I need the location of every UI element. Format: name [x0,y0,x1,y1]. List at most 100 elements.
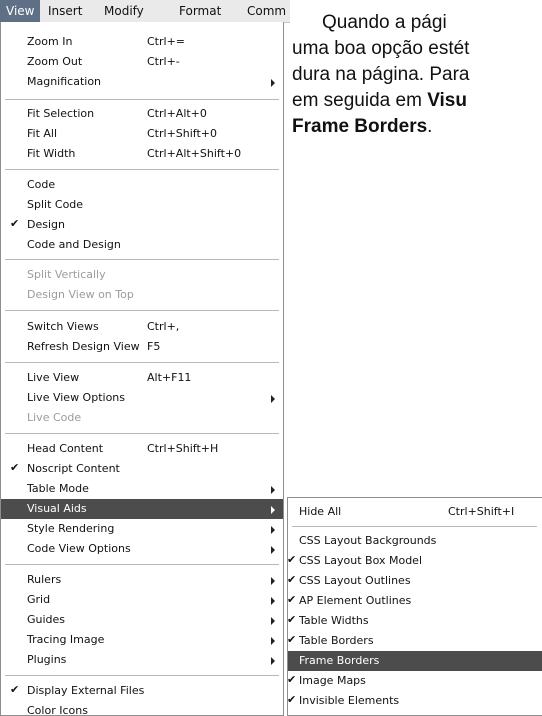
menu-item-split-code[interactable]: Split Code [1,195,283,215]
view-dropdown-menu: Zoom In Ctrl+= Zoom Out Ctrl+- Magnificati… [0,22,284,716]
submenu-item-shortcut: Ctrl+Shift+I [448,505,515,518]
menu-item-zoom-in[interactable]: Zoom In Ctrl+= [1,32,283,52]
menu-item-label: Live Code [27,411,82,424]
menu-item-guides[interactable]: Guides [1,610,283,630]
menu-item-head-content[interactable]: Head Content Ctrl+Shift+H [1,439,283,459]
menu-item-style-rendering[interactable]: Style Rendering [1,519,283,539]
menu-item-table-mode[interactable]: Table Mode [1,479,283,499]
menu-item-code[interactable]: Code [1,175,283,195]
menu-item-live-view-options[interactable]: Live View Options [1,388,283,408]
submenu-arrow-icon [271,79,275,87]
menu-item-shortcut: Alt+F11 [147,371,192,384]
menu-item-code-and-design[interactable]: Code and Design [1,235,283,255]
menu-item-rulers[interactable]: Rulers [1,570,283,590]
menu-item-label: Split Code [27,198,84,211]
menu-item-visual-aids[interactable]: Visual Aids [1,499,283,519]
menu-item-label: Code and Design [27,238,121,251]
menu-item-label: Rulers [27,573,62,586]
submenu-item-ap-element-outlines[interactable]: ✔ AP Element Outlines [288,591,542,611]
submenu-item-label: AP Element Outlines [299,594,412,607]
menu-item-live-view[interactable]: Live View Alt+F11 [1,368,283,388]
menu-item-label: Style Rendering [27,522,115,535]
menu-item-label: Grid [27,593,51,606]
checkmark-icon: ✔ [10,683,20,696]
submenu-arrow-icon [271,597,275,605]
menu-item-label: Design View on Top [27,288,134,301]
checkmark-icon: ✔ [10,461,20,474]
menu-item-label: Guides [27,613,66,626]
menu-item-tracing-image[interactable]: Tracing Image [1,630,283,650]
checkmark-icon: ✔ [287,593,297,606]
menu-item-fit-all[interactable]: Fit All Ctrl+Shift+0 [1,124,283,144]
submenu-arrow-icon [271,577,275,585]
paragraph-line-5: Frame Borders. [292,116,432,138]
submenu-item-hide-all[interactable]: Hide All Ctrl+Shift+I [288,502,542,522]
checkmark-icon: ✔ [287,613,297,626]
submenu-arrow-icon [271,506,275,514]
menu-item-magnification[interactable]: Magnification [1,72,283,92]
paragraph-line-5-bold: Frame Borders [292,116,428,137]
menu-item-code-view-options[interactable]: Code View Options [1,539,283,559]
menu-item-label: Zoom In [27,35,73,48]
checkmark-icon: ✔ [287,673,297,686]
menu-format[interactable]: Format [179,0,221,22]
menu-item-label: Fit All [27,127,58,140]
menu-item-switch-views[interactable]: Switch Views Ctrl+, [1,317,283,337]
menu-commands[interactable]: Comm [247,0,286,22]
paragraph-line-5-end: . [427,116,433,137]
submenu-item-table-widths[interactable]: ✔ Table Widths [288,611,542,631]
checkmark-icon: ✔ [287,573,297,586]
menu-item-shortcut: Ctrl+= [147,35,186,48]
menu-item-shortcut: Ctrl+Shift+0 [147,127,218,140]
menu-item-shortcut: Ctrl+- [147,55,180,68]
menu-item-refresh-design-view[interactable]: Refresh Design View F5 [1,337,283,357]
menu-item-label: Visual Aids [27,502,87,515]
menu-item-zoom-out[interactable]: Zoom Out Ctrl+- [1,52,283,72]
menu-item-label: Live View Options [27,391,126,404]
menu-item-design[interactable]: ✔ Design [1,215,283,235]
menu-separator [5,259,279,260]
menu-bar: View Insert Modify Format Comm [0,0,290,23]
submenu-item-css-layout-backgrounds[interactable]: CSS Layout Backgrounds [288,531,542,551]
paragraph-line-2: uma boa opção estét [292,38,470,59]
checkmark-icon: ✔ [10,217,20,230]
menu-item-label: Zoom Out [27,55,83,68]
submenu-arrow-icon [271,617,275,625]
submenu-arrow-icon [271,637,275,645]
menu-item-color-icons[interactable]: Color Icons [1,701,283,716]
menu-item-label: Table Mode [27,482,89,495]
submenu-arrow-icon [271,486,275,494]
menu-item-fit-width[interactable]: Fit Width Ctrl+Alt+Shift+0 [1,144,283,164]
menu-item-design-view-on-top: Design View on Top [1,285,283,305]
submenu-item-css-layout-box-model[interactable]: ✔ CSS Layout Box Model [288,551,542,571]
menu-item-noscript-content[interactable]: ✔ Noscript Content [1,459,283,479]
menu-insert[interactable]: Insert [48,0,82,22]
submenu-item-image-maps[interactable]: ✔ Image Maps [288,671,542,691]
menu-item-label: Code View Options [27,542,131,555]
paragraph-line-4-bold: Visu [427,90,467,111]
paragraph-line-3: dura na página. Para [292,64,470,85]
menu-modify[interactable]: Modify [104,0,144,22]
menu-item-label: Magnification [27,75,102,88]
submenu-item-invisible-elements[interactable]: ✔ Invisible Elements [288,691,542,711]
submenu-item-label: Hide All [299,505,342,518]
menu-item-plugins[interactable]: Plugins [1,650,283,670]
menu-item-label: Refresh Design View [27,340,140,353]
menu-item-shortcut: Ctrl+Shift+H [147,442,219,455]
menu-separator [5,564,279,565]
menu-separator [5,433,279,434]
submenu-arrow-icon [271,546,275,554]
menu-item-fit-selection[interactable]: Fit Selection Ctrl+Alt+0 [1,104,283,124]
menu-item-display-external-files[interactable]: ✔ Display External Files [1,681,283,701]
menu-item-grid[interactable]: Grid [1,590,283,610]
menu-item-label: Color Icons [27,704,88,716]
checkmark-icon: ✔ [287,633,297,646]
submenu-arrow-icon [271,526,275,534]
submenu-item-label: Table Borders [299,634,374,647]
menu-view[interactable]: View [0,0,41,22]
checkmark-icon: ✔ [287,553,297,566]
submenu-item-table-borders[interactable]: ✔ Table Borders [288,631,542,651]
submenu-item-css-layout-outlines[interactable]: ✔ CSS Layout Outlines [288,571,542,591]
submenu-item-frame-borders[interactable]: Frame Borders [288,651,542,671]
menu-item-shortcut: F5 [147,340,161,353]
